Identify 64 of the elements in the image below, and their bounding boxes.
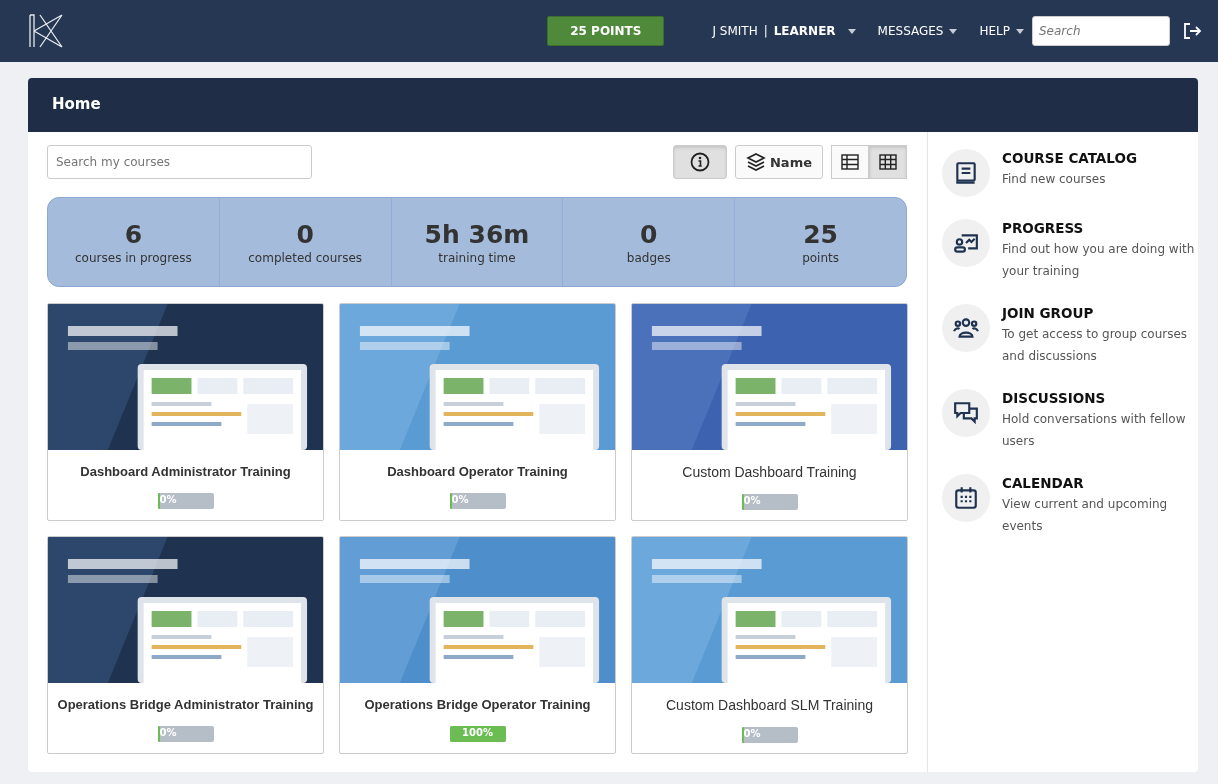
sidebar-description: Find out how you are doing with your training bbox=[1002, 241, 1196, 280]
nav-menu[interactable]: HELP bbox=[979, 24, 1024, 38]
info-button[interactable] bbox=[673, 145, 727, 179]
list-view-button[interactable] bbox=[831, 145, 869, 179]
progress-text: 0% bbox=[743, 728, 761, 739]
progress-text: 0% bbox=[159, 727, 177, 738]
grid-view-button[interactable] bbox=[869, 145, 907, 179]
course-title: Custom Dashboard SLM Training bbox=[666, 697, 873, 713]
course-card[interactable]: Dashboard Operator Training 0% bbox=[339, 303, 616, 521]
caret-icon bbox=[1016, 28, 1024, 34]
logo-icon[interactable] bbox=[28, 13, 64, 49]
sort-button[interactable]: Name bbox=[735, 145, 823, 179]
nav-menu[interactable]: MESSAGES bbox=[877, 24, 958, 38]
group-icon bbox=[953, 315, 979, 341]
sidebar-link[interactable]: PROGRESS bbox=[1002, 220, 1198, 236]
stat-value: 5h 36m bbox=[424, 219, 530, 249]
sidebar-link[interactable]: DISCUSSIONS bbox=[1002, 390, 1198, 406]
course-title: Operations Bridge Operator Training bbox=[364, 697, 591, 712]
stat-label: training time bbox=[438, 250, 516, 265]
user-name: J SMITH bbox=[712, 24, 758, 38]
course-search-field[interactable]: Search my courses bbox=[47, 145, 312, 179]
search-field[interactable]: Search bbox=[1032, 16, 1170, 46]
progress-text: 0% bbox=[451, 494, 469, 505]
sidebar-description: Hold conversations with fellow users bbox=[1002, 411, 1187, 450]
sidebar-description: Find new courses bbox=[1002, 171, 1107, 188]
sidebar-link[interactable]: JOIN GROUP bbox=[1002, 305, 1198, 321]
stat-label: completed courses bbox=[248, 250, 363, 265]
stat-label: points bbox=[802, 250, 839, 265]
stat-label: courses in progress bbox=[75, 250, 192, 265]
sidebar-description: To get access to group courses and discussions bbox=[1002, 326, 1189, 365]
grid-icon bbox=[879, 154, 897, 170]
list-icon bbox=[841, 154, 859, 170]
caret-icon bbox=[847, 28, 856, 34]
stat-value: 25 bbox=[803, 219, 838, 249]
book-icon bbox=[953, 160, 979, 186]
logout-icon[interactable] bbox=[1182, 21, 1202, 41]
user-menu[interactable]: J SMITH | LEARNER bbox=[712, 24, 856, 38]
points-badge: 25 POINTS bbox=[547, 16, 665, 46]
calendar-icon bbox=[953, 485, 979, 511]
panel-title: Home bbox=[28, 78, 1198, 132]
course-card[interactable]: Dashboard Administrator Training 0% bbox=[47, 303, 324, 521]
progress-text: 100% bbox=[461, 727, 494, 738]
course-title: Dashboard Administrator Training bbox=[80, 464, 291, 479]
chat-icon bbox=[953, 400, 979, 426]
course-title: Operations Bridge Administrator Training bbox=[57, 697, 314, 712]
sidebar-link[interactable]: CALENDAR bbox=[1002, 475, 1198, 491]
sidebar-link[interactable]: COURSE CATALOG bbox=[1002, 150, 1198, 166]
sidebar-description: View current and upcoming events bbox=[1002, 496, 1169, 535]
course-card[interactable]: Operations Bridge Administrator Training 0% bbox=[47, 536, 324, 754]
stat-value: 6 bbox=[124, 219, 143, 249]
stat-value: 0 bbox=[640, 219, 658, 249]
stat-value: 0 bbox=[296, 219, 314, 249]
caret-icon bbox=[949, 28, 958, 34]
stat-label: badges bbox=[626, 250, 671, 265]
progress-text: 0% bbox=[743, 495, 761, 506]
course-card[interactable]: Operations Bridge Operator Training 100% bbox=[339, 536, 616, 754]
course-card[interactable]: Custom Dashboard SLM Training 0% bbox=[631, 536, 908, 754]
info-icon bbox=[690, 152, 710, 172]
course-card[interactable]: Custom Dashboard Training 0% bbox=[631, 303, 908, 521]
course-title: Custom Dashboard Training bbox=[682, 464, 857, 480]
course-title: Dashboard Operator Training bbox=[387, 464, 568, 479]
layers-icon bbox=[746, 152, 766, 172]
separator: | bbox=[763, 24, 768, 38]
progress-text: 0% bbox=[159, 494, 177, 505]
